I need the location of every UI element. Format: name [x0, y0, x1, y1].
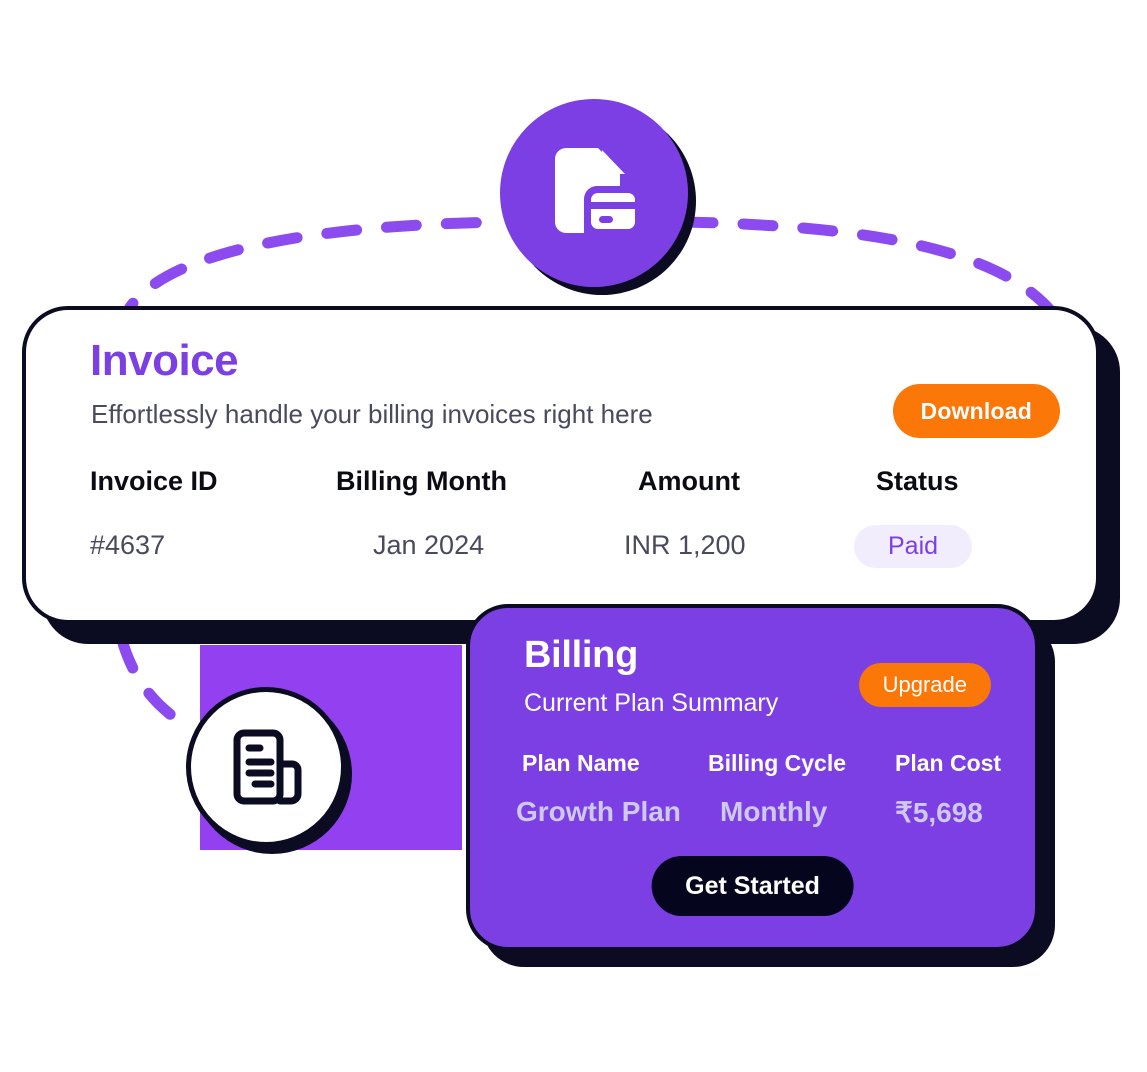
column-header-invoice-id: Invoice ID: [90, 466, 218, 496]
plan-table-row: Growth Plan Monthly ₹5,698: [470, 796, 1035, 842]
cell-plan-cost: ₹5,698: [895, 797, 983, 828]
cell-status: Paid: [854, 525, 973, 568]
get-started-button[interactable]: Get Started: [651, 856, 854, 916]
column-header-plan-cost: Plan Cost: [895, 750, 1002, 776]
invoice-table: Invoice ID Billing Month Amount Status #…: [26, 466, 1096, 594]
column-header-amount: Amount: [638, 466, 740, 496]
column-header-billing-month: Billing Month: [336, 466, 507, 496]
column-header-billing-cycle: Billing Cycle: [708, 750, 847, 776]
billing-subtitle: Current Plan Summary: [524, 689, 779, 717]
invoice-card-icon: [555, 148, 635, 233]
status-badge: Paid: [854, 525, 973, 568]
receipt-badge: [186, 687, 346, 847]
billing-title: Billing: [524, 634, 638, 676]
table-row: #4637 Jan 2024 INR 1,200 Paid: [26, 525, 1096, 594]
column-header-plan-name: Plan Name: [522, 750, 640, 776]
invoice-card: Invoice Effortlessly handle your billing…: [22, 306, 1100, 624]
invoice-subtitle: Effortlessly handle your billing invoice…: [91, 399, 653, 429]
column-header-status: Status: [876, 466, 959, 496]
receipt-document-icon: [233, 729, 302, 805]
download-button[interactable]: Download: [892, 384, 1060, 438]
cell-invoice-id: #4637: [90, 530, 166, 560]
cell-plan-name: Growth Plan: [516, 796, 681, 827]
cell-billing-month: Jan 2024: [373, 530, 485, 560]
plan-table-header-row: Plan Name Billing Cycle Plan Cost: [470, 750, 1035, 796]
billing-card: Billing Current Plan Summary Upgrade Pla…: [466, 604, 1039, 951]
invoice-card-badge: [500, 99, 688, 287]
cell-billing-cycle: Monthly: [720, 796, 828, 827]
illustration-stage: Invoice Effortlessly handle your billing…: [0, 0, 1147, 1072]
upgrade-button[interactable]: Upgrade: [858, 663, 991, 707]
invoice-table-header-row: Invoice ID Billing Month Amount Status: [26, 466, 1096, 530]
invoice-title: Invoice: [90, 336, 239, 385]
cell-amount: INR 1,200: [624, 530, 746, 560]
plan-summary-table: Plan Name Billing Cycle Plan Cost Growth…: [470, 750, 1035, 842]
